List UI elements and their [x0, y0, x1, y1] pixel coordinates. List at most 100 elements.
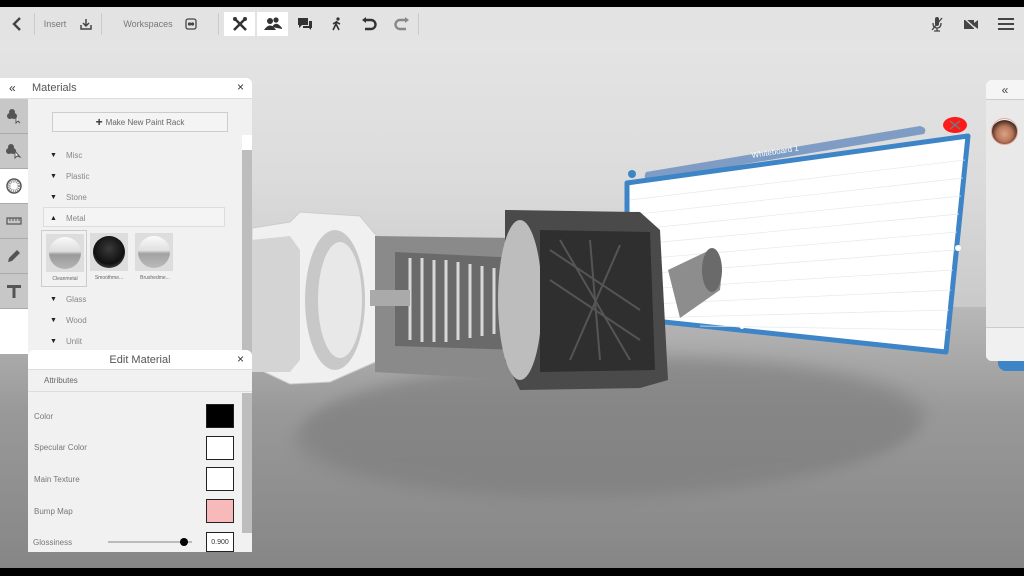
insert-button[interactable]: Insert — [35, 12, 101, 36]
text-icon — [7, 285, 21, 298]
ruler-icon — [6, 217, 22, 225]
caret-down-icon: ▼ — [50, 317, 57, 324]
specular-color-label: Specular Color — [34, 443, 87, 452]
make-new-paint-rack-button[interactable]: + Make New Paint Rack — [52, 112, 228, 132]
close-edit-material-button[interactable]: × — [237, 352, 244, 366]
collapse-participants-button[interactable]: « — [1002, 83, 1009, 97]
bump-map-swatch[interactable] — [206, 499, 234, 523]
sidebar-paint-pick[interactable] — [0, 134, 28, 169]
walking-person-icon — [332, 16, 341, 30]
close-materials-button[interactable]: × — [237, 80, 244, 94]
attributes-label: Attributes — [44, 376, 78, 385]
undo-button[interactable] — [352, 12, 386, 36]
glossiness-slider-thumb[interactable] — [179, 538, 188, 546]
sidebar-materials[interactable] — [0, 169, 28, 204]
undo-icon — [362, 16, 377, 30]
paint-pick-icon — [6, 144, 22, 159]
users-button[interactable] — [257, 11, 288, 36]
tools-button[interactable] — [224, 11, 255, 36]
plus-icon: + — [95, 115, 103, 129]
workspaces-icon — [185, 17, 197, 30]
chat-icon — [298, 17, 312, 30]
back-button[interactable] — [0, 12, 34, 36]
materials-scrollbar[interactable] — [242, 150, 252, 354]
caret-up-icon: ▲ — [50, 215, 57, 222]
sidebar-draw[interactable] — [0, 239, 28, 274]
glossiness-value: 0.900 — [211, 538, 229, 546]
category-label: Plastic — [65, 172, 90, 181]
user-avatar[interactable] — [991, 118, 1018, 145]
edit-material-scrollbar[interactable] — [242, 393, 252, 533]
sidebar-paint-select[interactable] — [0, 99, 28, 134]
material-thumbnail — [90, 233, 128, 271]
top-toolbar: Insert Workspaces — [0, 7, 1024, 40]
material-sphere-icon — [6, 178, 22, 194]
edit-material-title: Edit Material — [109, 354, 171, 366]
walk-button[interactable] — [322, 12, 352, 36]
pencil-icon — [8, 250, 20, 262]
participants-panel: « — [986, 80, 1024, 361]
workspaces-button[interactable]: Workspaces — [102, 12, 218, 36]
category-label: Stone — [65, 193, 87, 202]
main-texture-swatch[interactable] — [206, 467, 234, 491]
glossiness-slider[interactable] — [108, 538, 192, 546]
materials-panel: « Materials × + Make New Paint Rack ▼ Mis… — [0, 78, 252, 354]
category-glass[interactable]: ▼ Glass — [50, 295, 86, 304]
scrollbar-track-top — [242, 135, 252, 150]
camera-off-icon — [963, 16, 978, 31]
category-label: Unlit — [65, 337, 82, 346]
materials-title: Materials — [32, 82, 77, 94]
collapse-panel-button[interactable]: « — [9, 81, 16, 95]
caret-down-icon: ▼ — [50, 152, 57, 159]
sphere-icon — [93, 236, 125, 268]
material-item-cleanmetal[interactable]: Cleanmetal — [41, 230, 87, 287]
glossiness-label: Glossiness — [33, 538, 73, 547]
insert-label: Insert — [43, 18, 67, 29]
caret-down-icon: ▼ — [50, 173, 57, 180]
engine-model[interactable] — [251, 210, 722, 390]
color-label: Color — [34, 412, 54, 421]
edit-material-panel: Edit Material × Attributes Color Specula… — [28, 350, 252, 552]
tool-sidebar — [0, 99, 28, 354]
chat-button[interactable] — [288, 12, 322, 36]
material-item-smoothmetal[interactable]: Smoothme... — [88, 230, 130, 287]
menu-button[interactable] — [988, 12, 1024, 36]
workspaces-label: Workspaces — [123, 18, 173, 29]
material-thumbnail — [46, 234, 84, 272]
whiteboard-handle[interactable] — [628, 170, 636, 178]
caret-down-icon: ▼ — [50, 338, 57, 345]
sidebar-text[interactable] — [0, 274, 28, 309]
toolbar-divider — [218, 12, 219, 35]
materials-list: + Make New Paint Rack ▼ Misc ▼ Plastic ▼ St… — [28, 99, 252, 354]
color-swatch[interactable] — [206, 404, 234, 428]
category-metal[interactable]: ▲ Metal — [50, 214, 86, 223]
category-stone[interactable]: ▼ Stone — [50, 193, 87, 202]
materials-header: « Materials × — [0, 78, 252, 99]
mic-muted-button[interactable] — [920, 12, 954, 36]
sphere-icon — [138, 236, 170, 268]
whiteboard-resize-handle[interactable] — [955, 245, 961, 251]
specular-color-swatch[interactable] — [206, 436, 234, 460]
category-unlit[interactable]: ▼ Unlit — [50, 337, 82, 346]
redo-button[interactable] — [386, 12, 418, 36]
whiteboard-bottom-handle[interactable] — [740, 325, 744, 329]
participants-panel-edge — [998, 361, 1024, 371]
material-item-brushedmetal[interactable]: Brushedme... — [134, 230, 176, 287]
whiteboard[interactable]: Whiteboard 1 — [624, 117, 971, 355]
users-icon — [263, 16, 282, 30]
attributes-section-header[interactable]: Attributes — [28, 370, 252, 392]
hamburger-menu-icon — [998, 17, 1014, 30]
sidebar-measure[interactable] — [0, 204, 28, 239]
category-wood[interactable]: ▼ Wood — [50, 316, 87, 325]
participants-footer — [986, 327, 1024, 361]
category-label: Misc — [65, 151, 83, 160]
material-thumbnail — [135, 233, 173, 271]
bump-map-label: Bump Map — [34, 507, 73, 516]
make-rack-label: Make New Paint Rack — [105, 117, 185, 127]
camera-off-button[interactable] — [954, 12, 988, 36]
category-label: Metal — [65, 214, 86, 223]
glossiness-input[interactable]: 0.900 — [206, 532, 234, 552]
category-plastic[interactable]: ▼ Plastic — [50, 172, 90, 181]
wrench-screwdriver-icon — [232, 16, 247, 31]
category-misc[interactable]: ▼ Misc — [50, 151, 82, 160]
